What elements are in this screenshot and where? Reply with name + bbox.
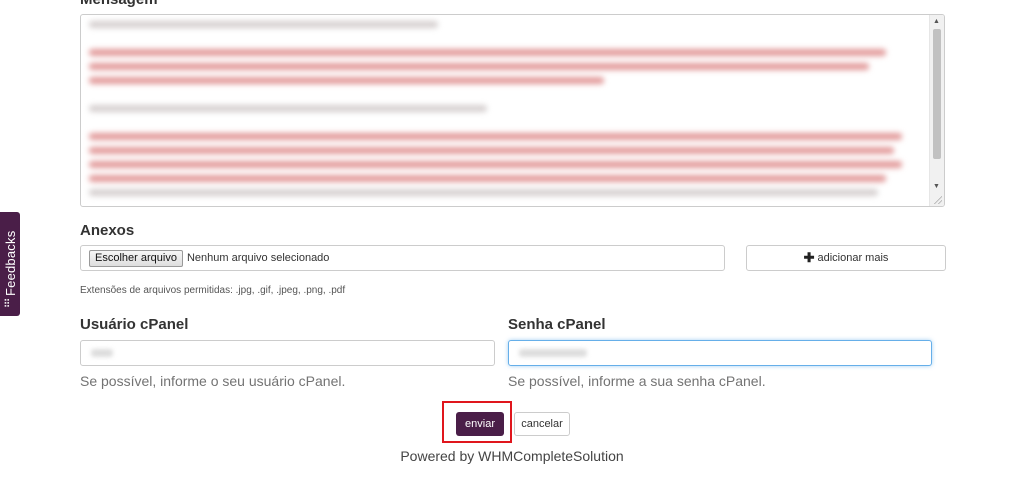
resize-grip-icon[interactable] xyxy=(934,196,942,204)
sliders-icon: ⫶⫶ xyxy=(4,298,10,310)
cpanel-password-label: Senha cPanel xyxy=(508,316,606,333)
message-scrollbar[interactable]: ▲ ▼ xyxy=(929,15,944,206)
message-textarea[interactable]: ▲ ▼ xyxy=(80,14,945,207)
user-value-blurred xyxy=(91,349,113,357)
add-more-button[interactable]: ✚ adicionar mais xyxy=(746,245,946,271)
cpanel-user-label: Usuário cPanel xyxy=(80,316,189,333)
cpanel-password-input[interactable] xyxy=(508,340,932,366)
submit-button[interactable]: enviar xyxy=(456,412,504,436)
cpanel-password-help: Se possível, informe a sua senha cPanel. xyxy=(508,373,766,389)
attachments-label: Anexos xyxy=(80,222,135,239)
cpanel-user-input[interactable] xyxy=(80,340,495,366)
powered-by-footer: Powered by WHMCompleteSolution xyxy=(400,448,624,464)
file-status-text: Nenhum arquivo selecionado xyxy=(186,252,330,264)
scroll-down-icon[interactable]: ▼ xyxy=(933,183,940,191)
plus-icon: ✚ xyxy=(803,250,815,265)
message-content-blurred xyxy=(89,21,919,203)
feedback-tab-label: Feedbacks xyxy=(3,230,18,296)
add-more-label: adicionar mais xyxy=(817,252,889,264)
cancel-button[interactable]: cancelar xyxy=(514,412,570,436)
cpanel-user-help: Se possível, informe o seu usuário cPane… xyxy=(80,373,346,389)
choose-file-button[interactable]: Escolher arquivo xyxy=(89,249,183,267)
scroll-thumb[interactable] xyxy=(933,29,941,159)
allowed-extensions-text: Extensões de arquivos permitidas: .jpg, … xyxy=(80,285,346,296)
message-label: Mensagem xyxy=(80,0,158,8)
file-input[interactable]: Escolher arquivo Nenhum arquivo selecion… xyxy=(80,245,725,271)
password-value-blurred xyxy=(519,349,587,357)
scroll-up-icon[interactable]: ▲ xyxy=(933,18,940,26)
feedback-tab[interactable]: Feedbacks ⫶⫶ xyxy=(0,212,20,316)
